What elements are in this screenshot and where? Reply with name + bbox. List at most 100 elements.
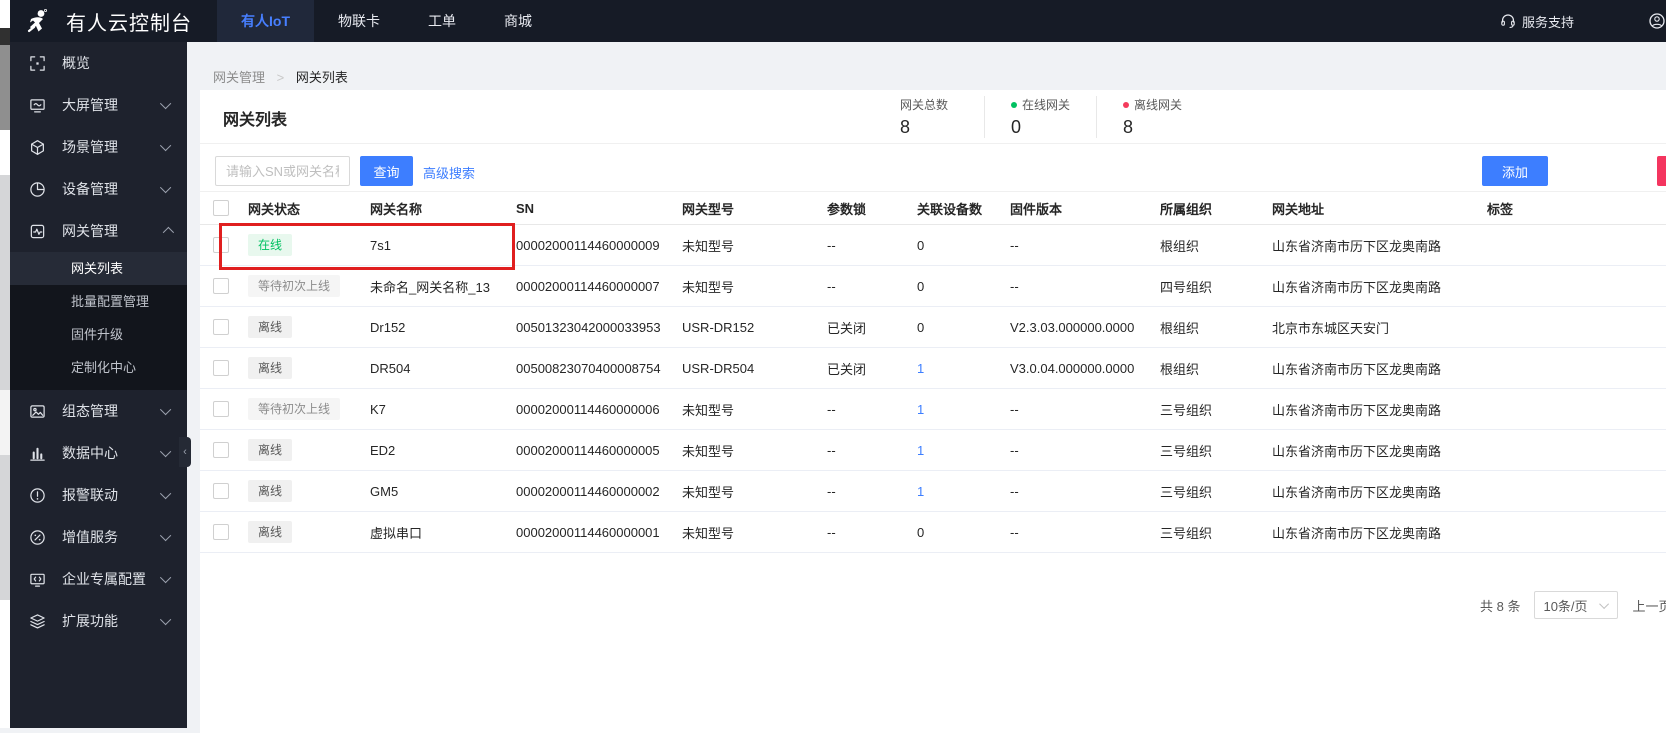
owner-org: 根组织 [1160, 320, 1200, 336]
device-count: 0 [917, 237, 925, 253]
sidebar-subitem[interactable]: 批量配置管理 [10, 285, 187, 318]
gateway-sn: 00501323042000033953 [516, 319, 661, 335]
stat-value: 8 [1123, 117, 1134, 137]
sidebar: 概览 大屏管理 场景管理 设备管理 网关管理 网关列表 批量配置管理 固件升级 定制化… [10, 42, 187, 728]
sidebar-collapse-handle[interactable]: ‹ [179, 437, 191, 467]
search-input[interactable] [215, 156, 350, 186]
device-count[interactable]: 1 [917, 443, 1010, 458]
gateway-name: DR504 [370, 360, 411, 376]
status-dot-icon [1123, 101, 1130, 108]
device-icon [28, 180, 46, 198]
row-checkbox[interactable] [213, 319, 229, 335]
chevron-icon [159, 403, 172, 416]
table-row: 在线 7s1 00002000114460000009 未知型号 -- 0 --… [200, 225, 1666, 266]
partial-right-icon[interactable] [1648, 12, 1666, 30]
gateway-address: 山东省济南市历下区龙奥南路 [1272, 525, 1442, 541]
service-support-button[interactable]: 服务支持 [1500, 12, 1574, 31]
status-badge: 离线 [248, 480, 293, 502]
firmware-version: -- [1010, 401, 1019, 417]
gateway-name: 虚拟串口 [370, 525, 423, 541]
sidebar-menu: 概览 大屏管理 场景管理 设备管理 网关管理 网关列表 批量配置管理 固件升级 定制化… [10, 42, 187, 642]
param-lock: -- [827, 401, 836, 417]
query-button[interactable]: 查询 [360, 156, 413, 186]
sidebar-item[interactable]: 设备管理 [10, 168, 187, 210]
device-count[interactable]: 1 [917, 361, 1010, 376]
gateway-address: 山东省济南市历下区龙奥南路 [1272, 484, 1442, 500]
column-header: SN [516, 200, 535, 216]
clipped-red-button[interactable] [1657, 156, 1666, 186]
background-window-sliver [0, 0, 10, 728]
owner-org: 根组织 [1160, 238, 1200, 254]
breadcrumb-parent[interactable]: 网关管理 [213, 70, 265, 85]
chevron-icon [159, 529, 172, 542]
topbar-tab[interactable]: 物联卡 [314, 0, 404, 42]
sidebar-item[interactable]: 网关管理 [10, 210, 187, 252]
column-header: 所属组织 [1160, 201, 1213, 217]
row-checkbox[interactable] [213, 524, 229, 540]
status-badge: 离线 [248, 316, 293, 338]
table-row: 离线 ED2 00002000114460000005 未知型号 -- 1 --… [200, 430, 1666, 471]
topbar-tab[interactable]: 有人IoT [217, 0, 314, 42]
column-header: 网关状态 [248, 201, 301, 217]
table-row: 离线 GM5 00002000114460000002 未知型号 -- 1 --… [200, 471, 1666, 512]
gateway-model: 未知型号 [682, 443, 735, 459]
breadcrumb-current: 网关列表 [295, 70, 348, 85]
column-header: 网关地址 [1272, 201, 1325, 217]
firmware-version: V2.3.03.000000.0000 [1010, 319, 1135, 335]
owner-org: 四号组织 [1160, 279, 1213, 295]
main-content: 网关管理 > 网关列表 网关列表 网关总数 8 在线网关 0 离线网关 8 查询 [187, 42, 1666, 733]
owner-org: 三号组织 [1160, 484, 1213, 500]
column-header: 网关名称 [370, 201, 423, 217]
breadcrumb-separator-icon: > [276, 70, 285, 85]
sidebar-item[interactable]: 组态管理 [10, 390, 187, 432]
stat-value: 0 [1011, 117, 1022, 137]
sidebar-item[interactable]: 大屏管理 [10, 84, 187, 126]
alarm-icon [28, 486, 46, 504]
select-all-checkbox[interactable] [213, 200, 229, 216]
device-count[interactable]: 1 [917, 402, 1010, 417]
sidebar-item[interactable]: 增值服务 [10, 516, 187, 558]
gateway-icon [28, 222, 46, 240]
sidebar-subitem[interactable]: 网关列表 [10, 252, 187, 285]
topbar: 有人云控制台 有人IoT 物联卡 工单 商城 服务支持 [10, 0, 1666, 42]
sidebar-subitem[interactable]: 定制化中心 [10, 351, 187, 384]
param-lock: 已关闭 [827, 361, 867, 377]
advanced-search-link[interactable]: 高级搜索 [423, 163, 475, 182]
gateway-model: 未知型号 [682, 402, 735, 418]
sidebar-item[interactable]: 报警联动 [10, 474, 187, 516]
chevron-icon [159, 613, 172, 626]
service-support-label: 服务支持 [1521, 14, 1574, 30]
row-checkbox[interactable] [213, 401, 229, 417]
sidebar-submenu: 网关列表 批量配置管理 固件升级 定制化中心 [10, 252, 187, 390]
sidebar-item[interactable]: 场景管理 [10, 126, 187, 168]
table-row: 等待初次上线 未命名_网关名称_13 00002000114460000007 … [200, 266, 1666, 307]
sidebar-item[interactable]: 数据中心 [10, 432, 187, 474]
row-checkbox[interactable] [213, 237, 229, 253]
device-count[interactable]: 1 [917, 484, 1010, 499]
sidebar-subitem[interactable]: 固件升级 [10, 318, 187, 351]
row-checkbox[interactable] [213, 442, 229, 458]
firmware-version: -- [1010, 524, 1019, 540]
topbar-tab[interactable]: 工单 [404, 0, 480, 42]
row-checkbox[interactable] [213, 483, 229, 499]
chevron-down-icon [1599, 598, 1610, 609]
enterprise-icon [28, 570, 46, 588]
breadcrumb: 网关管理 > 网关列表 [213, 67, 348, 86]
row-checkbox[interactable] [213, 360, 229, 376]
row-checkbox[interactable] [213, 278, 229, 294]
sidebar-item[interactable]: 扩展功能 [10, 600, 187, 642]
column-header: 关联设备数 [917, 201, 983, 217]
sidebar-item[interactable]: 企业专属配置 [10, 558, 187, 600]
gateway-name: ED2 [370, 442, 396, 458]
sidebar-item[interactable]: 概览 [10, 42, 187, 84]
owner-org: 三号组织 [1160, 525, 1213, 541]
table-row: 离线 DR504 00500823070400008754 USR-DR504 … [200, 348, 1666, 389]
page-size-select[interactable]: 10条/页 [1534, 591, 1619, 619]
add-button[interactable]: 添加 [1482, 156, 1548, 186]
topbar-tab[interactable]: 商城 [480, 0, 556, 42]
firmware-version: -- [1010, 442, 1019, 458]
chevron-up-icon [162, 226, 175, 239]
gateway-model: 未知型号 [682, 238, 735, 254]
prev-page-button[interactable]: 上一页 [1632, 596, 1666, 615]
firmware-version: V3.0.04.000000.0000 [1010, 360, 1135, 376]
